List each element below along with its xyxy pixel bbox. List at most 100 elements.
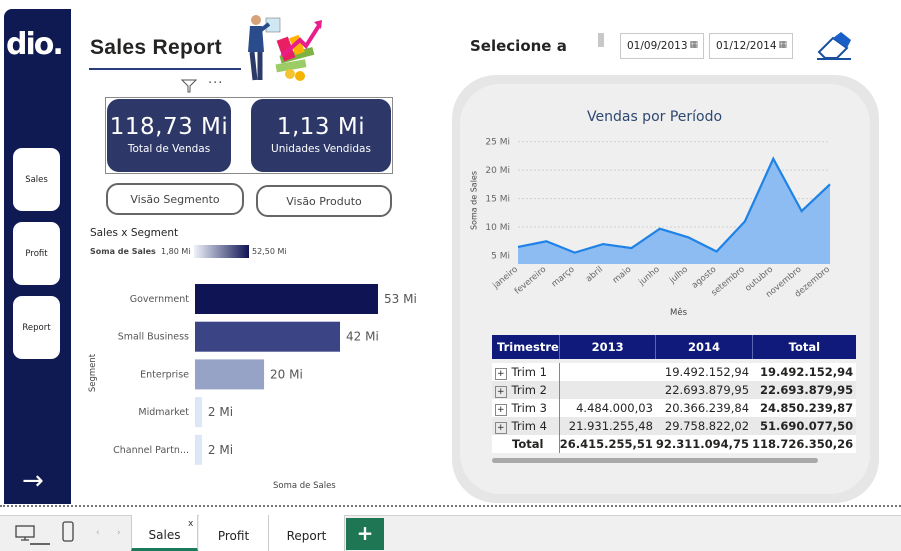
bar-x-axis-label: Soma de Sales	[273, 481, 336, 491]
bar-value-label: 42 Mi	[346, 330, 379, 344]
row-label: Trim 3	[511, 401, 547, 415]
header-2014[interactable]: 2014	[655, 335, 753, 359]
tab-next-icon[interactable]: ›	[117, 528, 121, 538]
start-date-value: 01/09/2013	[627, 40, 688, 52]
table-row: + Trim 3 4.484.000,03 20.366.239,84 24.85…	[492, 399, 857, 417]
kpi-total-sales-label: Total de Vendas	[127, 143, 211, 155]
kpi-units-sold-card[interactable]: 1,13 Mi Unidades Vendidas	[251, 99, 391, 172]
cell-2013: 4.484.000,03	[559, 399, 656, 417]
bar-value-label: 53 Mi	[384, 292, 417, 306]
cell-total: 24.850.239,87	[752, 399, 857, 417]
expand-icon[interactable]: +	[495, 404, 507, 416]
line-chart-title: Vendas por Período	[587, 109, 723, 125]
table-header-row: Trimestre 2013 2014 Total	[492, 335, 857, 359]
x-tick-label: junho	[636, 265, 661, 289]
row-label: Trim 4	[511, 419, 547, 433]
cell-2013: 21.931.255,48	[559, 417, 656, 435]
mobile-view-icon[interactable]	[61, 521, 75, 543]
bar-value-label: 2 Mi	[208, 405, 233, 419]
x-tick-label: abril	[584, 265, 605, 285]
arrow-right-icon[interactable]: →	[22, 468, 44, 494]
expand-icon[interactable]: +	[495, 422, 507, 434]
businessman-illustration-icon	[248, 15, 322, 81]
segment-view-button[interactable]: Visão Segmento	[106, 183, 244, 215]
bar	[195, 321, 341, 352]
y-tick-label: 20 Mi	[485, 166, 510, 176]
product-view-button[interactable]: Visão Produto	[256, 185, 392, 217]
bar-category-label: Enterprise	[140, 369, 189, 380]
cell-2013	[559, 363, 656, 381]
calendar-icon[interactable]: ▦	[689, 40, 698, 50]
expand-icon[interactable]: +	[495, 368, 507, 380]
total-2014: 92.311.094,75	[655, 435, 753, 453]
nav-report-button[interactable]: Report	[13, 296, 60, 359]
calendar-icon[interactable]: ▦	[778, 40, 787, 50]
cell-total: 19.492.152,94	[752, 363, 857, 381]
filter-handle	[598, 33, 604, 47]
eraser-icon[interactable]	[815, 30, 853, 60]
tab-sales-label: Sales	[148, 527, 181, 542]
header-total[interactable]: Total	[752, 335, 856, 359]
desktop-view-indicator	[30, 543, 50, 545]
line-x-axis-label: Mês	[670, 308, 687, 318]
title-underline	[89, 68, 241, 70]
row-label: Trim 1	[511, 365, 547, 379]
desktop-view-icon[interactable]	[14, 524, 36, 542]
x-tick-label: março	[550, 265, 577, 290]
header-2013[interactable]: 2013	[559, 335, 657, 359]
bar	[195, 284, 378, 314]
bar-value-label: 20 Mi	[270, 367, 303, 381]
bar-chart-title: Sales x Segment	[90, 227, 179, 239]
tab-prev-icon[interactable]: ‹	[96, 528, 100, 538]
x-tick-label: fevereiro	[513, 265, 548, 297]
cell-2014: 29.758.822,02	[655, 417, 753, 435]
nav-profit-button[interactable]: Profit	[13, 222, 60, 285]
bar-legend-max: 52,50 Mi	[252, 247, 287, 256]
bar-legend-label: Soma de Sales	[90, 247, 156, 256]
page-title: Sales Report	[90, 36, 222, 59]
cell-2014: 22.693.879,95	[655, 381, 753, 399]
nav-sales-button[interactable]: Sales	[13, 148, 60, 211]
table-row: + Trim 1 19.492.152,94 19.492.152,94	[492, 363, 857, 381]
tab-profit[interactable]: Profit	[199, 515, 269, 551]
bar-legend-gradient	[194, 245, 249, 258]
row-label: Trim 2	[511, 383, 547, 397]
kpi-total-sales-card[interactable]: 118,73 Mi Total de Vendas	[107, 99, 231, 172]
table-row: + Trim 4 21.931.255,48 29.758.822,02 51.6…	[492, 417, 857, 435]
cell-2014: 20.366.239,84	[655, 399, 753, 417]
expand-icon[interactable]: +	[495, 386, 507, 398]
end-date-value: 01/12/2014	[716, 40, 777, 52]
header-trimestre[interactable]: Trimestre	[492, 335, 560, 359]
close-tab-icon[interactable]: x	[188, 519, 193, 529]
end-date-input[interactable]: 01/12/2014 ▦	[709, 33, 793, 59]
bar-y-axis-label: Segment	[88, 353, 99, 393]
cell-2014: 19.492.152,94	[655, 363, 753, 381]
tab-report[interactable]: Report	[269, 515, 345, 551]
bar-legend-min: 1,80 Mi	[161, 247, 191, 256]
tab-profit-label: Profit	[217, 529, 250, 543]
bar	[195, 359, 265, 390]
date-filter-label: Selecione a	[470, 37, 567, 55]
cell-total: 51.690.077,50	[752, 417, 857, 435]
filter-icon[interactable]	[181, 79, 197, 93]
y-tick-label: 25 Mi	[485, 138, 510, 148]
table-row: + Trim 2 22.693.879,95 22.693.879,95	[492, 381, 857, 399]
total-total: 118.726.350,26	[752, 435, 857, 453]
bar	[195, 434, 202, 465]
line-y-axis-label: Soma de Sales	[469, 170, 479, 231]
x-tick-label: julho	[667, 265, 690, 287]
bar-category-label: Government	[130, 294, 190, 305]
table-total-row: Total 26.415.255,51 92.311.094,75 118.72…	[492, 435, 857, 453]
tab-report-label: Report	[286, 529, 327, 543]
cell-total: 22.693.879,95	[752, 381, 857, 399]
add-page-button[interactable]: +	[346, 518, 384, 550]
bar-category-label: Small Business	[118, 332, 189, 343]
total-label: Total	[492, 435, 560, 453]
more-options-icon[interactable]: ···	[208, 76, 223, 91]
sales-period-area-chart: 25 Mi20 Mi15 Mi10 Mi5 Mijaneirofevereiro…	[485, 138, 832, 300]
y-tick-label: 10 Mi	[485, 223, 510, 233]
dio-logo: dio.	[6, 27, 64, 62]
quarter-matrix-table: Trimestre 2013 2014 Total + Trim 1 19.492…	[492, 335, 857, 453]
start-date-input[interactable]: 01/09/2013 ▦	[620, 33, 704, 59]
table-horizontal-scrollbar[interactable]	[492, 458, 818, 463]
